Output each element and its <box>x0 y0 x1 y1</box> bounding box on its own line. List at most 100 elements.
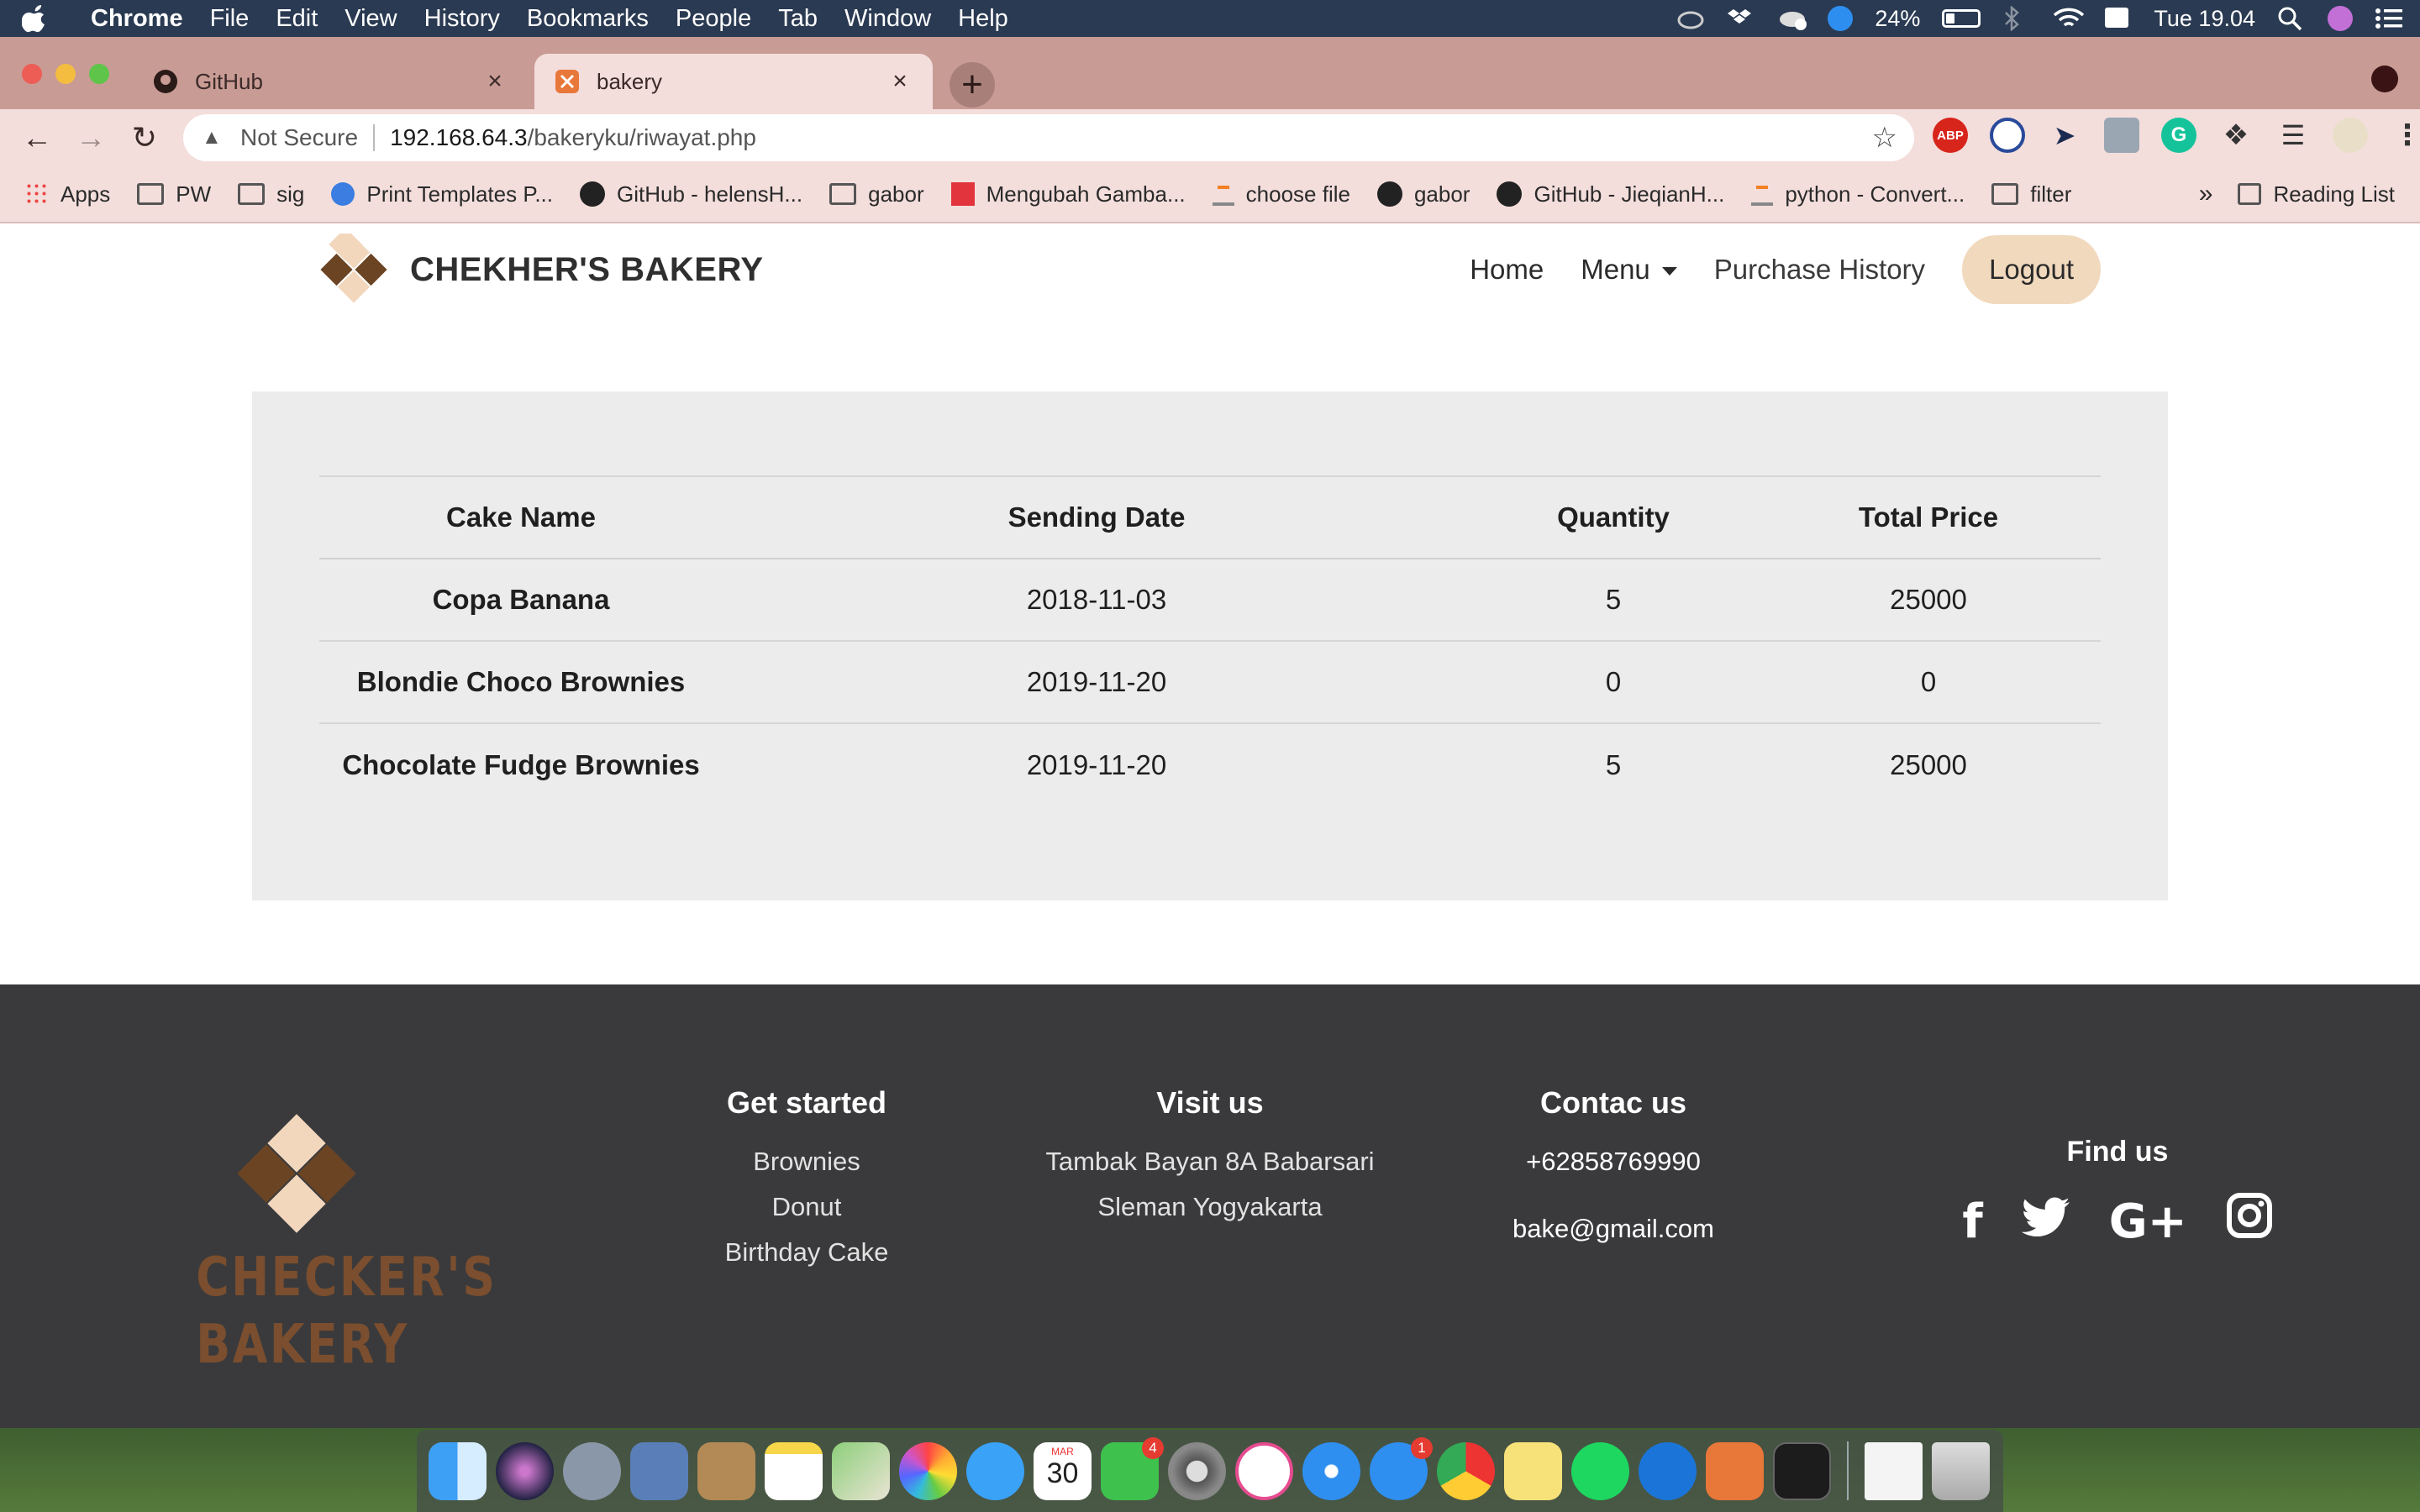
bookmark-star-icon[interactable]: ☆ <box>1872 121 1897 155</box>
reload-icon[interactable]: ↻ <box>118 111 171 165</box>
bookmark-folder-filter[interactable]: filter <box>1991 181 2071 207</box>
menubar-app-name[interactable]: Chrome <box>77 5 197 33</box>
teamviewer-status-icon[interactable] <box>1828 6 1854 31</box>
chrome-icon[interactable] <box>1437 1441 1495 1500</box>
menubar-file[interactable]: File <box>197 5 263 33</box>
wifi-icon[interactable] <box>2053 6 2085 31</box>
finder-icon[interactable] <box>429 1441 487 1500</box>
extensions-puzzle-icon[interactable]: ❖ <box>2218 118 2254 153</box>
siri-icon[interactable] <box>2328 6 2353 31</box>
menubar-window[interactable]: Window <box>831 5 944 33</box>
menubar-clock[interactable]: Tue 19.04 <box>2154 6 2255 32</box>
window-zoom-button[interactable] <box>89 64 109 84</box>
bookmark-github-helens[interactable]: GitHub - helensH... <box>580 181 802 207</box>
twitter-icon[interactable] <box>2021 1194 2070 1249</box>
back-icon[interactable]: ← <box>10 111 64 165</box>
menubar-bookmarks[interactable]: Bookmarks <box>513 5 662 33</box>
nav-home-link[interactable]: Home <box>1470 254 1544 286</box>
calendar-icon[interactable]: MAR 30 <box>1034 1441 1092 1500</box>
media-control-icon[interactable]: ☰ <box>2275 118 2311 153</box>
browser-tab-bakery[interactable]: bakery × <box>534 54 933 109</box>
tab-search-icon[interactable] <box>2371 66 2398 92</box>
bookmark-mengubah-gambar[interactable]: Mengubah Gamba... <box>950 181 1186 207</box>
grammarly-icon[interactable]: G <box>2161 118 2196 153</box>
dropbox-icon[interactable] <box>1727 6 1755 31</box>
itunes-icon[interactable] <box>1235 1441 1293 1500</box>
menubar-view[interactable]: View <box>331 5 410 33</box>
instagram-icon[interactable] <box>2226 1192 2273 1251</box>
activity-monitor-icon[interactable] <box>1773 1441 1831 1500</box>
creative-cloud-icon[interactable] <box>1676 6 1705 31</box>
safari-icon[interactable] <box>1302 1441 1360 1500</box>
footer-email[interactable]: bake@gmail.com <box>1445 1206 1781 1252</box>
input-source-icon[interactable] <box>2103 6 2132 31</box>
menubar-status-area: 24% Tue 19.04 <box>1676 0 2403 37</box>
pdf-extension-icon[interactable] <box>2104 118 2139 153</box>
footer-link-donut[interactable]: Donut <box>689 1184 924 1230</box>
siri-icon[interactable] <box>496 1441 554 1500</box>
document-icon[interactable] <box>1865 1441 1923 1500</box>
more-bookmarks-button[interactable]: » <box>2199 180 2213 208</box>
menubar-people[interactable]: People <box>662 5 765 33</box>
footer-link-brownies[interactable]: Brownies <box>689 1139 924 1184</box>
bookmark-folder-pw[interactable]: PW <box>137 181 211 207</box>
reading-list-button[interactable]: Reading List <box>2238 181 2395 207</box>
trash-icon[interactable] <box>1932 1441 1990 1500</box>
profile-avatar[interactable] <box>2333 118 2368 153</box>
nav-purchase-history-link[interactable]: Purchase History <box>1714 254 1925 286</box>
bookmark-apps[interactable]: Apps <box>25 181 110 207</box>
maps-icon[interactable] <box>832 1441 890 1500</box>
site-brand[interactable]: CHEKHER'S BAKERY <box>318 228 764 306</box>
system-preferences-icon[interactable] <box>1168 1441 1226 1500</box>
launchpad-icon[interactable] <box>563 1441 621 1500</box>
social-icons: f G+ <box>1933 1192 2302 1251</box>
forward-icon[interactable]: → <box>64 111 118 165</box>
browser-tab-github[interactable]: GitHub × <box>133 54 528 109</box>
tab-close-icon[interactable]: × <box>887 67 913 96</box>
warning-icon[interactable]: ▲ <box>202 126 227 150</box>
icloud-icon[interactable] <box>1777 6 1807 31</box>
notes-icon[interactable] <box>765 1441 823 1500</box>
preview-icon[interactable] <box>630 1441 688 1500</box>
messages-icon[interactable] <box>966 1441 1024 1500</box>
address-bar[interactable]: ▲ Not Secure 192.168.64.3 /bakeryku/riwa… <box>183 114 1914 161</box>
bookmark-folder-sig[interactable]: sig <box>238 181 304 207</box>
bookmark-github-jieqian[interactable]: GitHub - JieqianH... <box>1497 181 1724 207</box>
nav-menu-dropdown[interactable]: Menu <box>1581 254 1677 286</box>
tab-close-icon[interactable]: × <box>482 67 508 96</box>
facebook-icon[interactable]: f <box>1962 1194 1982 1249</box>
menubar-edit[interactable]: Edit <box>262 5 331 33</box>
new-tab-button[interactable]: + <box>950 62 995 108</box>
app-store-icon[interactable]: 1 <box>1370 1436 1433 1500</box>
footer-link-birthday-cake[interactable]: Birthday Cake <box>689 1230 924 1275</box>
photos-icon[interactable] <box>899 1441 957 1500</box>
window-minimize-button[interactable] <box>55 64 76 84</box>
google-plus-icon[interactable]: G+ <box>2109 1194 2187 1249</box>
chrome-menu-icon[interactable]: ⋮ <box>2390 118 2420 153</box>
bluetooth-icon[interactable] <box>2002 5 2031 32</box>
menubar-tab[interactable]: Tab <box>765 5 831 33</box>
battery-icon[interactable] <box>1942 9 1981 28</box>
bookmark-python-convert[interactable]: python - Convert... <box>1751 181 1965 207</box>
security-label[interactable]: Not Secure <box>240 124 358 151</box>
logout-button[interactable]: Logout <box>1962 235 2101 304</box>
cursor-extension-icon[interactable]: ➤ <box>2047 118 2082 153</box>
spotify-icon[interactable] <box>1571 1441 1629 1500</box>
stickies-icon[interactable] <box>1504 1441 1562 1500</box>
spotlight-search-icon[interactable] <box>2277 6 2306 31</box>
bookmark-folder-gabor[interactable]: gabor <box>829 181 924 207</box>
bookmark-github-gabor[interactable]: gabor <box>1376 181 1470 207</box>
notification-center-icon[interactable] <box>2375 6 2403 31</box>
window-close-button[interactable] <box>22 64 42 84</box>
blocker-extension-icon[interactable] <box>1990 118 2025 153</box>
menubar-history[interactable]: History <box>411 5 513 33</box>
apple-menu-icon[interactable] <box>22 0 69 37</box>
bookmark-print-templates[interactable]: Print Templates P... <box>331 181 553 207</box>
teamviewer-icon[interactable] <box>1639 1441 1697 1500</box>
adblock-icon[interactable]: ABP <box>1933 118 1968 153</box>
facetime-icon[interactable]: 4 <box>1101 1436 1164 1500</box>
menubar-help[interactable]: Help <box>944 5 1022 33</box>
bookmark-choose-file[interactable]: choose file <box>1212 181 1350 207</box>
xampp-icon[interactable] <box>1706 1441 1764 1500</box>
contacts-icon[interactable] <box>697 1441 755 1500</box>
